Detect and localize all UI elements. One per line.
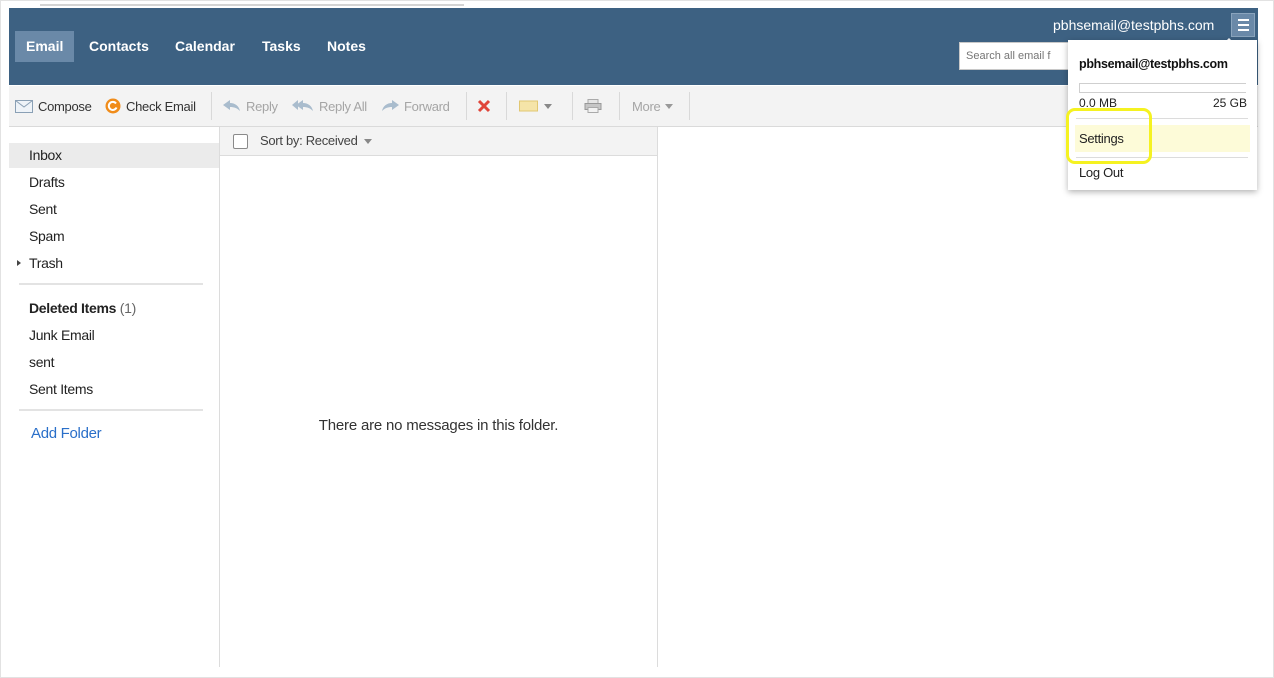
add-folder-link[interactable]: Add Folder xyxy=(31,425,102,442)
toolbar-divider xyxy=(211,92,212,120)
check-email-button[interactable]: Check Email xyxy=(105,97,196,115)
account-email: pbhsemail@testpbhs.com xyxy=(1079,57,1228,71)
toolbar-divider xyxy=(466,92,467,120)
folder-label: Sent xyxy=(29,201,57,217)
folder-spam[interactable]: Spam xyxy=(9,224,219,249)
reading-pane xyxy=(658,127,1258,667)
print-button[interactable] xyxy=(584,97,602,115)
folder-label: Drafts xyxy=(29,174,65,190)
folder-label: Sent Items xyxy=(29,381,93,397)
user-email[interactable]: pbhsemail@testpbhs.com xyxy=(1053,17,1214,33)
folder-sent[interactable]: Sent xyxy=(9,197,219,222)
folder-divider xyxy=(19,409,203,411)
folder-trash[interactable]: Trash xyxy=(9,251,219,276)
delete-x-icon xyxy=(477,99,491,113)
chevron-down-icon xyxy=(363,139,372,145)
top-strip xyxy=(40,4,464,6)
envelope-mark-icon xyxy=(519,100,538,112)
folder-label: sent xyxy=(29,354,55,370)
folder-sent-items[interactable]: Sent Items xyxy=(9,377,219,402)
toolbar-divider xyxy=(506,92,507,120)
folder-label: Trash xyxy=(29,255,63,271)
envelope-icon xyxy=(15,99,33,113)
toolbar-divider xyxy=(572,92,573,120)
select-all-checkbox[interactable] xyxy=(233,134,248,149)
folder-junk-email[interactable]: Junk Email xyxy=(9,323,219,348)
folder-deleted-items[interactable]: Deleted Items (1) xyxy=(9,296,219,321)
tab-notes[interactable]: Notes xyxy=(316,31,377,62)
tab-tasks[interactable]: Tasks xyxy=(251,31,312,62)
folder-sent-lowercase[interactable]: sent xyxy=(9,350,219,375)
compose-button[interactable]: Compose xyxy=(15,97,92,115)
storage-total: 25 GB xyxy=(1212,96,1247,110)
reply-label: Reply xyxy=(246,98,278,114)
hamburger-menu-icon[interactable] xyxy=(1231,13,1255,37)
printer-icon xyxy=(584,99,602,113)
highlight-ring xyxy=(1066,108,1152,164)
folder-label: Deleted Items xyxy=(29,300,117,316)
mark-read-button[interactable] xyxy=(519,97,552,115)
forward-label: Forward xyxy=(404,98,450,114)
expand-arrow-icon[interactable] xyxy=(17,260,21,266)
toolbar-divider xyxy=(689,92,690,120)
message-list: Sort by: Received There are no messages … xyxy=(220,127,658,667)
toolbar-divider xyxy=(619,92,620,120)
tab-calendar[interactable]: Calendar xyxy=(164,31,246,62)
forward-icon xyxy=(382,100,399,111)
check-email-label: Check Email xyxy=(126,98,196,114)
reply-all-button[interactable]: Reply All xyxy=(292,97,367,115)
search-input[interactable] xyxy=(959,42,1079,70)
tab-email[interactable]: Email xyxy=(15,31,75,62)
empty-folder-message: There are no messages in this folder. xyxy=(318,417,559,434)
folder-divider xyxy=(19,283,203,285)
chevron-down-icon xyxy=(665,103,674,109)
more-label: More xyxy=(632,98,661,114)
reply-all-icon xyxy=(292,100,313,111)
refresh-icon xyxy=(105,98,121,114)
storage-bar xyxy=(1079,83,1246,93)
tab-contacts[interactable]: Contacts xyxy=(78,31,160,62)
reply-icon xyxy=(223,100,240,111)
folder-label: Spam xyxy=(29,228,65,244)
folder-label: Inbox xyxy=(29,147,62,163)
chevron-down-icon xyxy=(544,103,552,109)
folder-sidebar: Inbox Drafts Sent Spam Trash Deleted Ite… xyxy=(9,127,220,667)
folder-drafts[interactable]: Drafts xyxy=(9,170,219,195)
unread-count: (1) xyxy=(119,300,137,316)
sort-bar: Sort by: Received xyxy=(220,127,657,156)
folder-inbox[interactable]: Inbox xyxy=(9,143,219,168)
reply-all-label: Reply All xyxy=(319,98,367,114)
sort-dropdown[interactable]: Sort by: Received xyxy=(260,133,372,148)
delete-button[interactable] xyxy=(477,97,491,115)
sort-label: Sort by: Received xyxy=(260,133,358,148)
compose-label: Compose xyxy=(38,98,92,114)
more-button[interactable]: More xyxy=(632,97,674,115)
folder-label: Junk Email xyxy=(29,327,95,343)
reply-button[interactable]: Reply xyxy=(223,97,278,115)
forward-button[interactable]: Forward xyxy=(381,97,450,115)
logout-menu-item[interactable]: Log Out xyxy=(1079,165,1123,180)
